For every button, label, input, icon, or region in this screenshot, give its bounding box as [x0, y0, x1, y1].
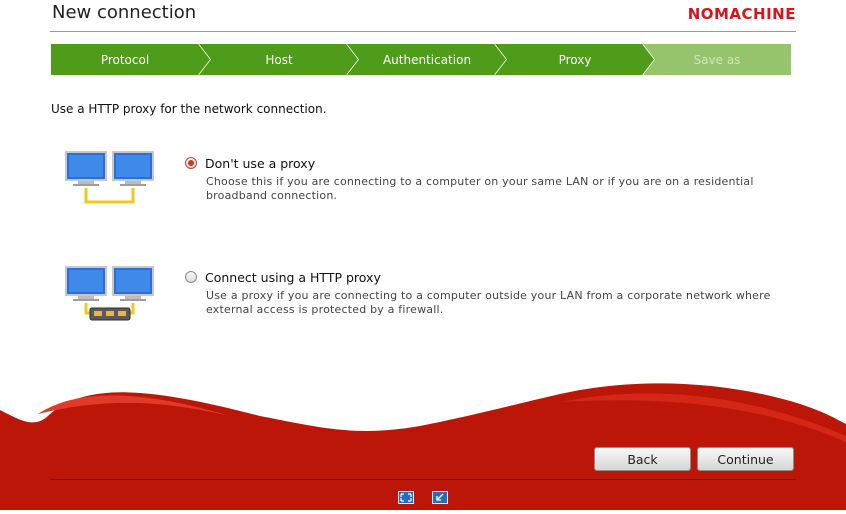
description-line: Use a proxy if you are connecting to a c…	[206, 289, 771, 302]
no-proxy-label[interactable]: Don't use a proxy	[205, 156, 315, 171]
step-protocol: Protocol	[51, 44, 211, 75]
lan-computers-icon	[64, 150, 156, 208]
step-authentication: Authentication	[347, 44, 507, 75]
description-line: external access is protected by a firewa…	[206, 303, 444, 316]
no-proxy-description: Choose this if you are connecting to a c…	[206, 175, 796, 203]
back-button[interactable]: Back	[594, 447, 691, 471]
step-label: Proxy	[558, 52, 592, 67]
no-proxy-radio[interactable]	[185, 157, 197, 169]
wizard-steps: Protocol Host Authentication Proxy Save …	[51, 44, 791, 75]
step-proxy: Proxy	[495, 44, 655, 75]
step-label: Protocol	[100, 52, 150, 67]
step-label: Authentication	[382, 52, 472, 67]
window-title: New connection	[52, 2, 197, 23]
proxy-computers-icon	[64, 265, 156, 325]
minimize-window-icon[interactable]	[432, 489, 448, 504]
description-line: Choose this if you are connecting to a c…	[206, 175, 754, 188]
continue-button[interactable]: Continue	[697, 447, 794, 471]
http-proxy-description: Use a proxy if you are connecting to a c…	[206, 289, 796, 317]
step-save-as: Save as	[643, 44, 791, 75]
fullscreen-icon[interactable]	[398, 489, 414, 504]
step-label: Host	[265, 52, 293, 67]
http-proxy-radio[interactable]	[185, 271, 197, 283]
step-label: Save as	[693, 52, 741, 67]
http-proxy-label[interactable]: Connect using a HTTP proxy	[205, 270, 381, 285]
bottom-divider	[50, 479, 796, 480]
title-divider	[50, 31, 796, 32]
footer-wave	[0, 380, 846, 510]
step-host: Host	[199, 44, 359, 75]
intro-text: Use a HTTP proxy for the network connect…	[51, 102, 327, 116]
nomachine-logo: NOMACHINE	[687, 5, 796, 23]
description-line: broadband connection.	[206, 189, 338, 202]
